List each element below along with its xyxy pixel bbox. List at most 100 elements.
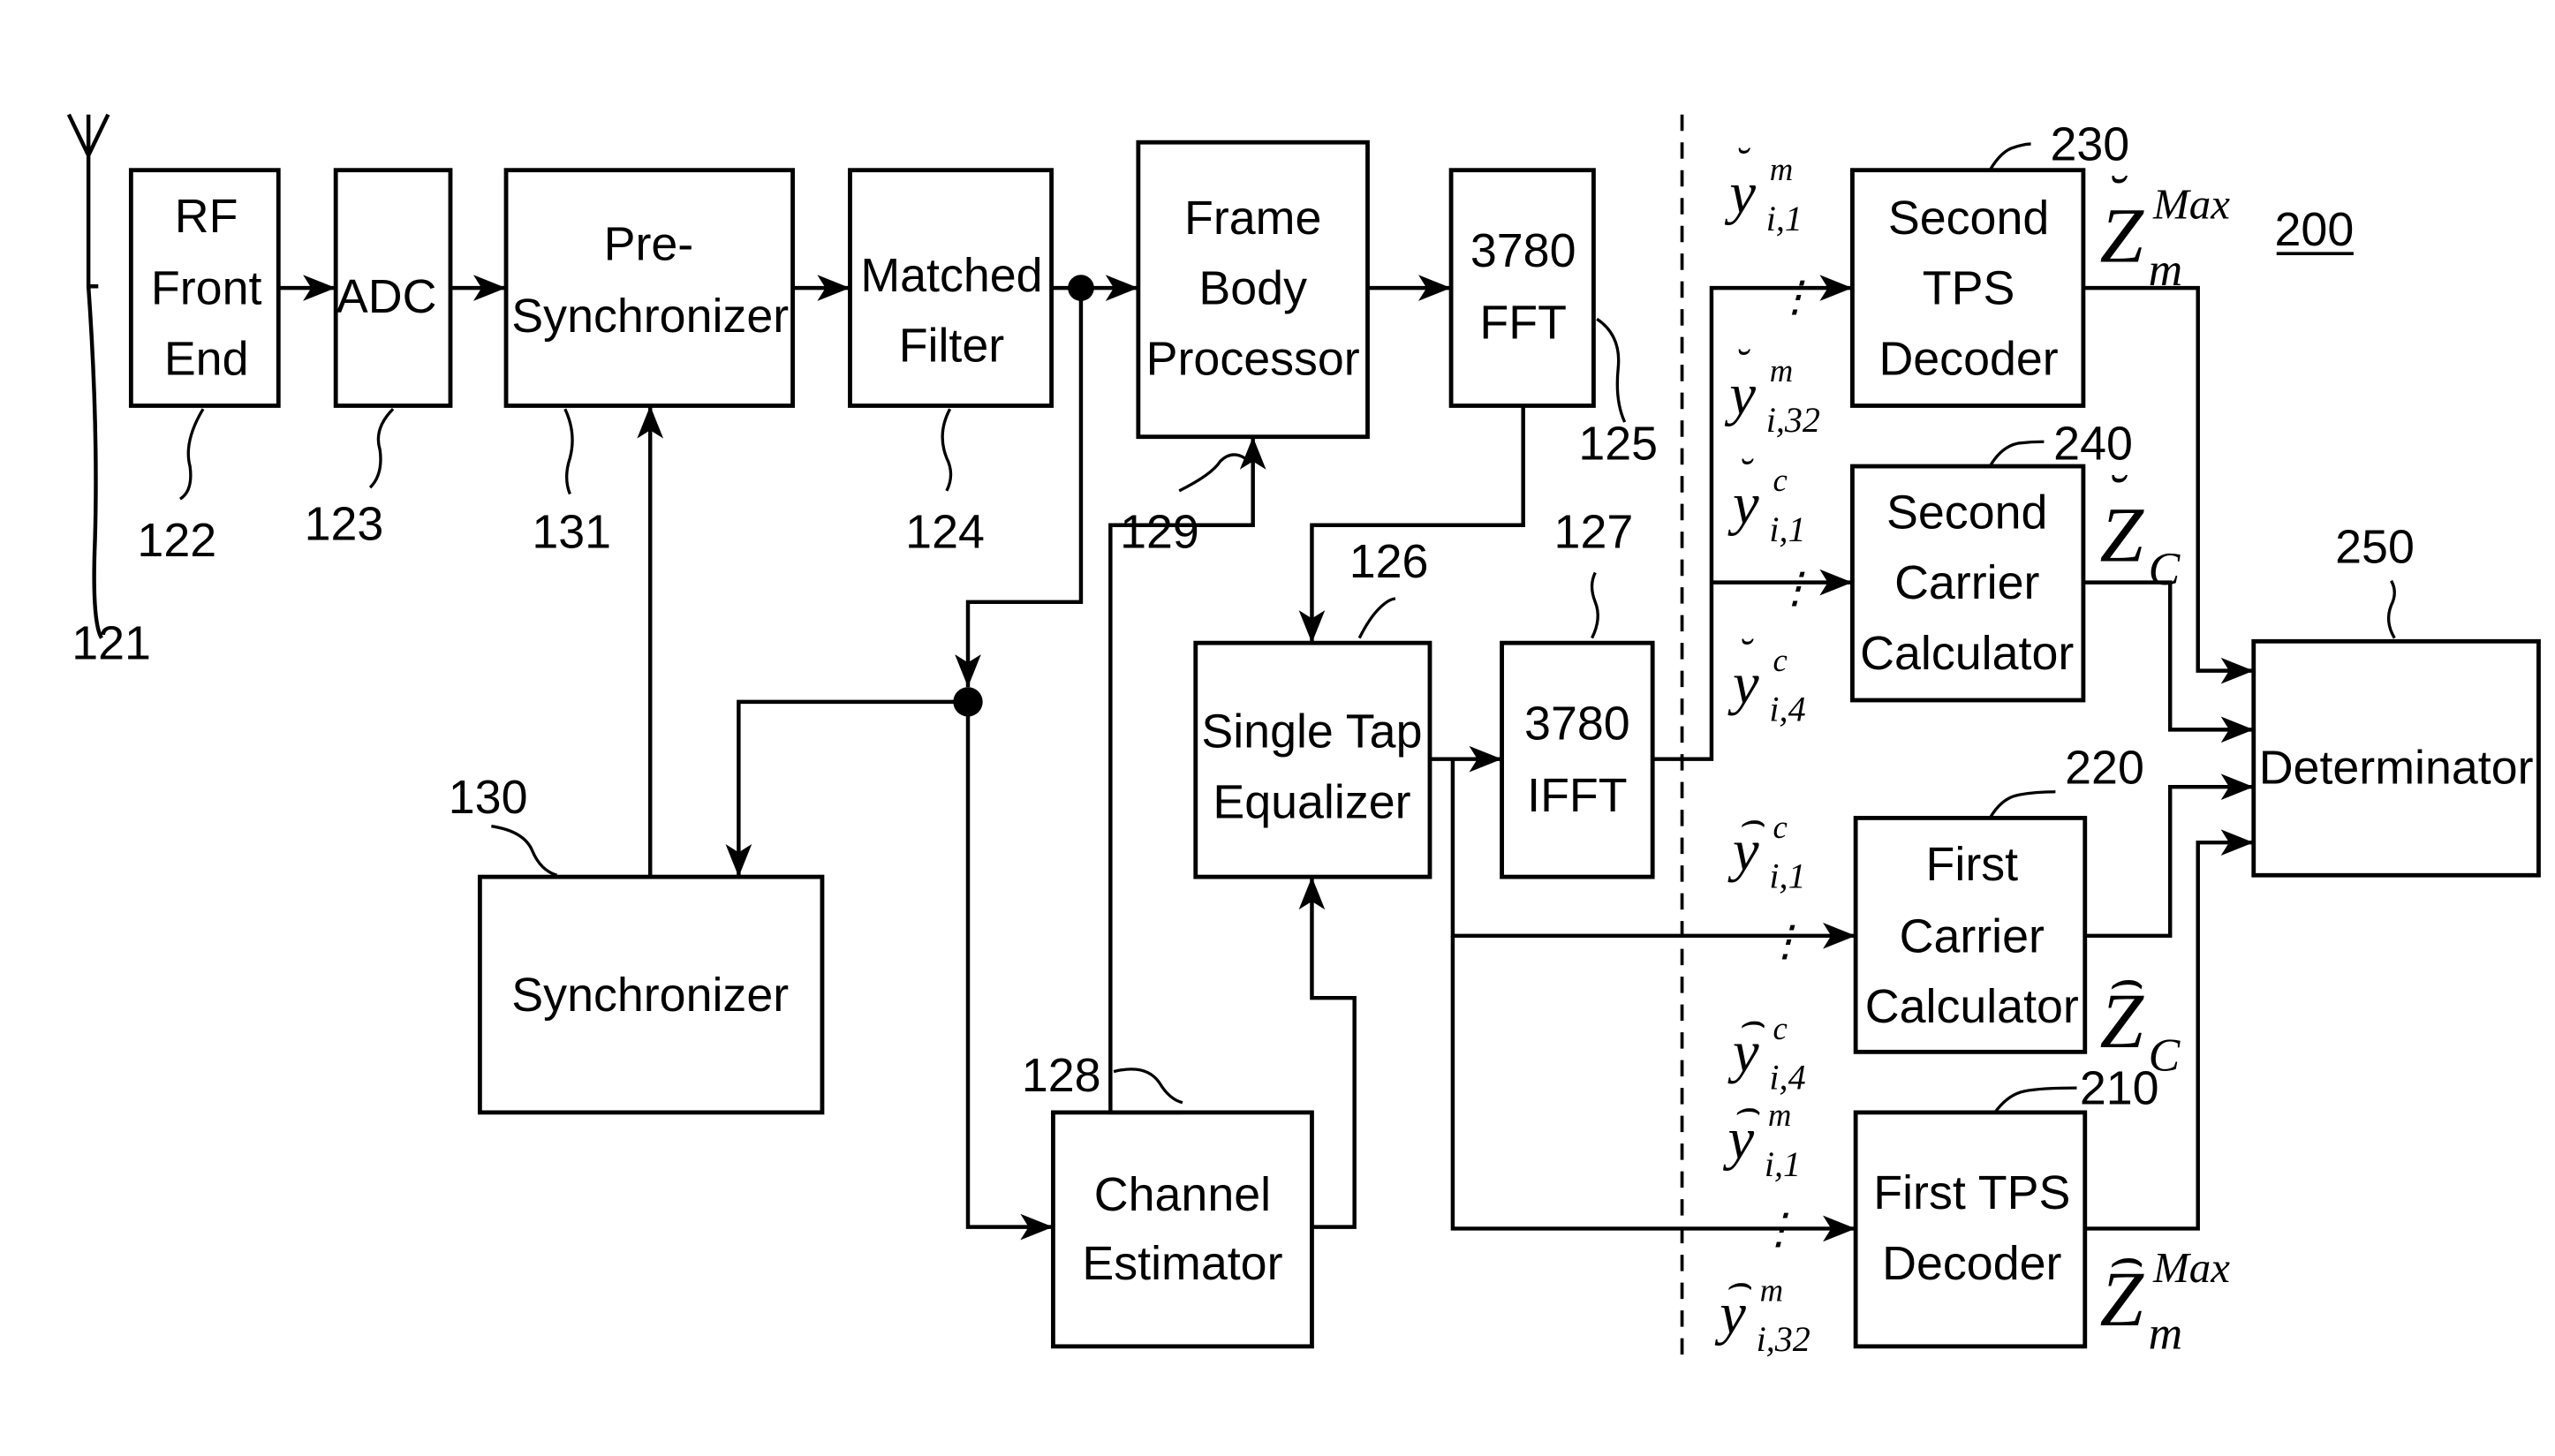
- svg-text:Channel: Channel: [1094, 1168, 1271, 1221]
- ref-210: 210: [2080, 1062, 2159, 1115]
- signal-label-first-tps-in-top: y⌢ mi,1: [1722, 1085, 1801, 1183]
- svg-text:3780: 3780: [1470, 224, 1576, 277]
- signal-subscript: m: [2149, 1306, 2183, 1359]
- signal-subscript: i,32: [1757, 1319, 1810, 1359]
- signal-subscript: i,4: [1769, 1058, 1805, 1098]
- svg-text:Carrier: Carrier: [1894, 556, 2039, 609]
- svg-text:Single Tap: Single Tap: [1201, 705, 1422, 758]
- signal-superscript: c: [1773, 809, 1787, 845]
- fft-block[interactable]: 3780 FFT: [1448, 168, 1596, 408]
- signal-accent: ⌢: [1737, 999, 1765, 1045]
- svg-text:Front: Front: [151, 262, 262, 315]
- signal-superscript: Max: [2152, 180, 2230, 229]
- signal-accent: ⌢: [1725, 1261, 1752, 1307]
- ellipsis-icon: ⋮: [1764, 918, 1806, 965]
- ref-240: 240: [2053, 418, 2133, 471]
- signal-label-first-carrier-in-top: y⌢ ci,1: [1727, 797, 1806, 895]
- svg-text:Second: Second: [1886, 486, 2047, 539]
- signal-superscript: m: [1770, 151, 1794, 187]
- ref-129: 129: [1120, 506, 1199, 559]
- ellipsis-icon: ⋮: [1773, 274, 1816, 321]
- signal-label-first-tps-out: Z⌢ Maxm: [2099, 1229, 2230, 1360]
- svg-text:Pre-: Pre-: [604, 218, 694, 271]
- svg-text:ADC: ADC: [336, 270, 437, 323]
- ellipsis-icon: ⋮: [1773, 565, 1816, 612]
- svg-text:Matched: Matched: [860, 249, 1042, 302]
- ref-121: 121: [72, 617, 151, 670]
- signal-label-second-carrier-in-bottom: y˘ ci,4: [1727, 630, 1806, 728]
- signal-label-first-carrier-out: Z⌢C: [2099, 951, 2181, 1082]
- ellipsis-icon: ⋮: [1758, 1206, 1800, 1253]
- signal-accent: ⌢: [1733, 1085, 1760, 1131]
- svg-text:Frame: Frame: [1184, 192, 1321, 245]
- svg-text:First: First: [1926, 838, 2019, 891]
- svg-text:Carrier: Carrier: [1900, 909, 2045, 962]
- signal-subscript: i,1: [1765, 1144, 1801, 1184]
- pre-synchronizer-block[interactable]: Pre- Synchronizer: [503, 168, 795, 408]
- ref-230: 230: [2050, 118, 2129, 171]
- channel-estimator-block[interactable]: Channel Estimator: [1051, 1110, 1314, 1349]
- first-tps-decoder-block[interactable]: First TPS Decoder: [1853, 1110, 2088, 1349]
- figure-number: 200: [2275, 203, 2355, 256]
- ref-127: 127: [1554, 506, 1634, 559]
- signal-label-second-carrier-out: Z˘C: [2099, 464, 2181, 595]
- svg-text:Filter: Filter: [899, 319, 1005, 372]
- rf-front-end-block[interactable]: RF Front End: [128, 168, 281, 408]
- signal-label-first-carrier-in-bottom: y⌢ ci,4: [1727, 999, 1806, 1097]
- ifft-block[interactable]: 3780 IFFT: [1500, 640, 1655, 879]
- ref-126: 126: [1349, 535, 1429, 588]
- svg-text:FFT: FFT: [1479, 297, 1567, 350]
- signal-superscript: m: [1768, 1097, 1792, 1133]
- signal-label-second-carrier-in-top: y˘ ci,1: [1727, 451, 1806, 549]
- signal-accent: ⌢: [1737, 797, 1765, 843]
- svg-text:Body: Body: [1198, 262, 1307, 315]
- ref-130: 130: [449, 771, 528, 824]
- signal-subscript: i,1: [1769, 509, 1805, 549]
- svg-text:First TPS: First TPS: [1873, 1166, 2070, 1219]
- signal-subscript: i,1: [1766, 199, 1803, 238]
- ref-128: 128: [1022, 1049, 1101, 1102]
- signal-label-second-tps-out: Z˘ Maxm: [2099, 165, 2230, 296]
- frame-body-processor-block[interactable]: Frame Body Processor: [1136, 140, 1370, 440]
- svg-text:Equalizer: Equalizer: [1213, 775, 1410, 828]
- ref-220: 220: [2065, 742, 2144, 795]
- adc-block[interactable]: ADC: [333, 168, 453, 408]
- signal-subscript: C: [2149, 542, 2181, 595]
- signal-superscript: m: [1760, 1271, 1784, 1308]
- matched-filter-block[interactable]: Matched Filter: [848, 168, 1054, 408]
- svg-text:Calculator: Calculator: [1865, 980, 2079, 1033]
- svg-text:Decoder: Decoder: [1878, 332, 2058, 385]
- first-carrier-calculator-block[interactable]: First Carrier Calculator: [1853, 815, 2088, 1054]
- ref-250: 250: [2335, 520, 2415, 573]
- signal-superscript: c: [1773, 462, 1787, 498]
- antenna-icon: [66, 113, 110, 639]
- second-carrier-calculator-block[interactable]: Second Carrier Calculator: [1850, 464, 2086, 703]
- svg-text:IFFT: IFFT: [1527, 769, 1627, 822]
- single-tap-equalizer-block[interactable]: Single Tap Equalizer: [1193, 640, 1432, 879]
- signal-accent: ⌢: [2106, 951, 2143, 1011]
- signal-subscript: C: [2149, 1028, 2181, 1081]
- second-tps-decoder-block[interactable]: Second TPS Decoder: [1850, 168, 2086, 408]
- ref-131: 131: [532, 506, 611, 559]
- svg-text:Decoder: Decoder: [1882, 1237, 2061, 1290]
- signal-superscript: c: [1773, 642, 1787, 678]
- svg-text:Calculator: Calculator: [1860, 627, 2074, 680]
- svg-text:Estimator: Estimator: [1082, 1237, 1282, 1290]
- svg-text:3780: 3780: [1524, 697, 1630, 750]
- signal-label-second-tps-in-top: y˘ mi,1: [1724, 140, 1803, 238]
- signal-subscript: i,1: [1769, 856, 1805, 896]
- svg-text:Processor: Processor: [1146, 332, 1360, 385]
- svg-text:Determinator: Determinator: [2259, 742, 2534, 795]
- signal-subscript: i,4: [1769, 690, 1805, 729]
- signal-accent: ⌢: [2106, 1229, 2143, 1289]
- block-diagram: 121 RF Front End 122 ADC 123 Pre- Synchr…: [66, 113, 2541, 1360]
- ref-125: 125: [1578, 418, 1658, 471]
- ref-124: 124: [905, 506, 985, 559]
- svg-text:TPS: TPS: [1923, 262, 2015, 315]
- svg-text:Second: Second: [1888, 192, 2049, 245]
- signal-subscript: m: [2149, 243, 2183, 296]
- svg-text:Synchronizer: Synchronizer: [511, 290, 789, 343]
- svg-text:Synchronizer: Synchronizer: [511, 969, 789, 1022]
- synchronizer-block[interactable]: Synchronizer: [477, 874, 825, 1115]
- determinator-block[interactable]: Determinator: [2251, 638, 2541, 878]
